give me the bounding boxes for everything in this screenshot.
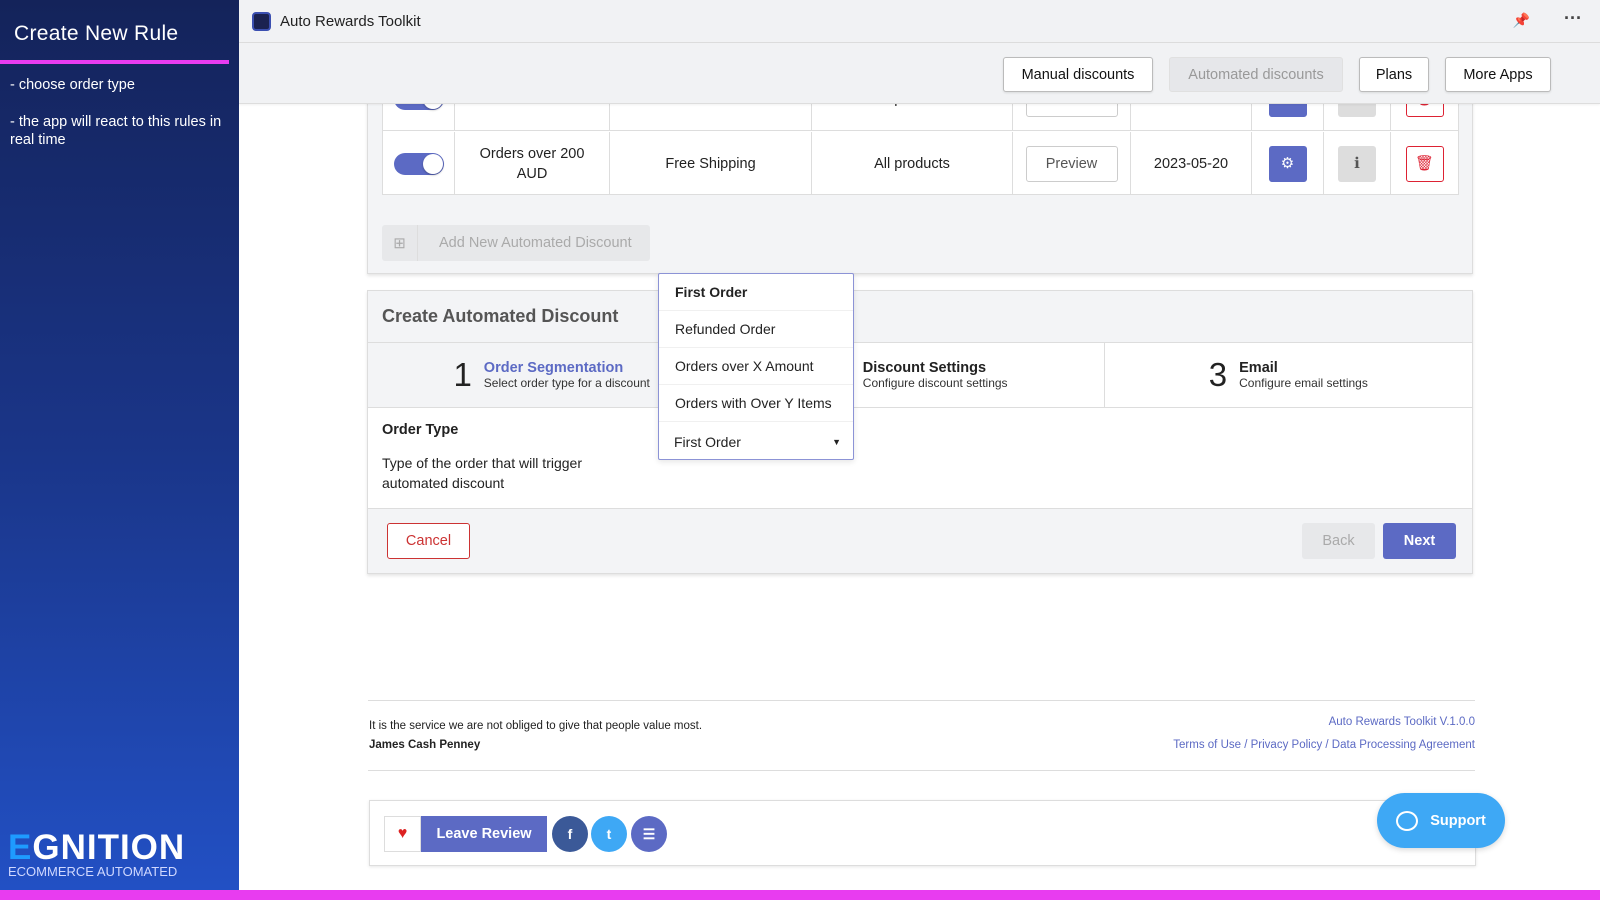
dpa-link[interactable]: Data Processing Agreement	[1332, 739, 1475, 751]
order-type-section: Order Type Type of the order that will t…	[368, 408, 1472, 509]
order-type-select[interactable]: First Order ▼	[659, 422, 853, 461]
enable-toggle[interactable]	[393, 152, 444, 175]
option-refunded-order[interactable]: Refunded Order	[659, 311, 853, 348]
sidebar-title: Create New Rule	[14, 22, 179, 45]
next-button[interactable]: Next	[1383, 523, 1456, 559]
plans-button[interactable]: Plans	[1359, 57, 1429, 92]
card-title: Create Automated Discount	[382, 306, 619, 326]
info-icon[interactable]: ℹ	[1338, 145, 1376, 182]
caret-down-icon: ▼	[832, 436, 841, 447]
title-underline	[0, 60, 229, 64]
terms-link[interactable]: Terms of Use	[1173, 739, 1241, 751]
plus-square-icon: ⊞	[382, 225, 418, 261]
add-automated-discount-button[interactable]: ⊞ Add New Automated Discount	[382, 225, 650, 261]
order-type-dropdown[interactable]: First Order Refunded Order Orders over X…	[658, 273, 854, 460]
option-first-order[interactable]: First Order	[659, 274, 853, 311]
order-type-description: Type of the order that will trigger auto…	[382, 455, 582, 491]
twitter-icon[interactable]: t	[591, 816, 627, 852]
facebook-icon[interactable]: f	[552, 816, 588, 852]
note-2: - the app will react to this rules in re…	[10, 114, 222, 148]
egnition-logo: EGNITION ECOMMERCE AUTOMATED	[8, 828, 186, 879]
manual-discounts-button[interactable]: Manual discounts	[1003, 57, 1153, 92]
review-bar: ♥ Leave Review f t ☰	[369, 800, 1476, 866]
privacy-link[interactable]: Privacy Policy	[1251, 739, 1323, 751]
rule-scope: All products	[812, 132, 1013, 195]
order-type-label: Order Type	[382, 422, 459, 438]
quote: It is the service we are not obliged to …	[369, 720, 703, 732]
cancel-button[interactable]: Cancel	[387, 523, 470, 559]
list-icon[interactable]: ☰	[631, 816, 667, 852]
version-link[interactable]: Auto Rewards Toolkit V.1.0.0	[1329, 716, 1475, 728]
app-title: Auto Rewards Toolkit	[280, 13, 421, 30]
rule-date: 2023-05-20	[1131, 132, 1252, 195]
chat-bubble-icon	[1396, 810, 1419, 831]
more-icon[interactable]: ···	[1564, 8, 1582, 29]
settings-icon[interactable]: ⚙	[1268, 145, 1307, 182]
sidebar: Create New Rule - choose order type - th…	[0, 0, 239, 890]
more-apps-button[interactable]: More Apps	[1445, 57, 1551, 92]
heart-icon: ♥	[384, 816, 421, 852]
selected-value: First Order	[674, 433, 741, 450]
create-discount-card: Create Automated Discount 1 Order Segment…	[367, 290, 1473, 574]
automated-discounts-button[interactable]: Automated discounts	[1169, 57, 1343, 92]
footer-links: Terms of Use / Privacy Policy / Data Pro…	[1173, 739, 1475, 751]
footer: It is the service we are not obliged to …	[368, 700, 1475, 771]
app-icon	[252, 12, 271, 31]
support-button[interactable]: Support	[1377, 793, 1505, 848]
pin-icon[interactable]: 📌	[1513, 12, 1530, 29]
back-button[interactable]: Back	[1302, 523, 1375, 559]
nav-bar: Manual discounts Automated discounts Pla…	[239, 43, 1600, 104]
trash-icon[interactable]: 🗑	[1405, 145, 1444, 182]
preview-button[interactable]: Preview	[1025, 145, 1118, 182]
bottom-accent-bar	[0, 890, 1600, 900]
rule-name: Orders over 200 AUD	[455, 132, 610, 195]
note-1: - choose order type	[10, 77, 135, 93]
step-email[interactable]: 3 Email Configure email settings	[1105, 343, 1472, 407]
rule-type: Free Shipping	[610, 132, 812, 195]
wizard-steps: 1 Order Segmentation Select order type for…	[368, 342, 1472, 408]
leave-review-button[interactable]: Leave Review	[421, 816, 547, 852]
option-orders-over-y-items[interactable]: Orders with Over Y Items	[659, 385, 853, 422]
quote-author: James Cash Penney	[369, 739, 481, 751]
table-row: Orders over 200 AUD Free Shipping All pr…	[383, 132, 1458, 195]
title-bar: Auto Rewards Toolkit 📌 ···	[239, 0, 1600, 43]
option-orders-over-x-amount[interactable]: Orders over X Amount	[659, 348, 853, 385]
